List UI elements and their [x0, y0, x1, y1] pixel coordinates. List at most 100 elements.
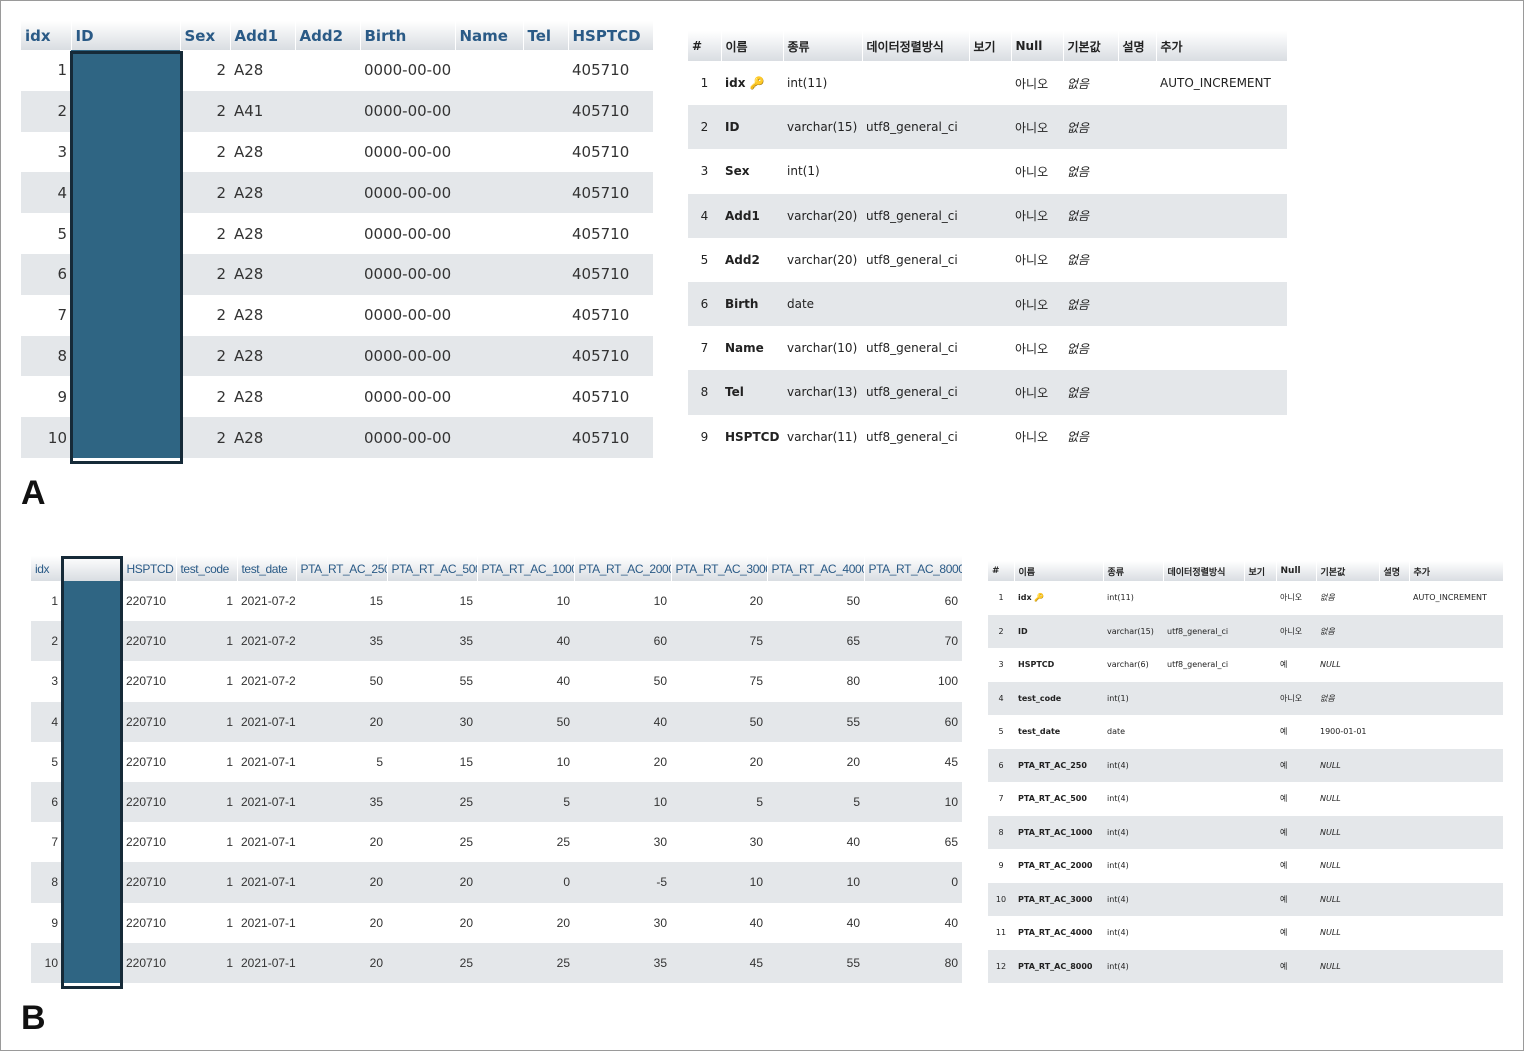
- hsptcd-cell: 405710: [568, 213, 653, 254]
- type-cell: varchar(13): [783, 370, 862, 415]
- panel-b-data-header-3: test_code: [176, 556, 238, 581]
- view-cell: [969, 237, 1011, 282]
- null-cell: 아니오: [1011, 193, 1063, 238]
- table-row: 4 Add1 varchar(20) utf8_general_ci 아니오 없음: [688, 193, 1287, 238]
- comment-cell: [1118, 61, 1156, 106]
- test-date-cell: 2021-07-19: [237, 781, 296, 823]
- collation-cell: [862, 149, 969, 194]
- id-redacted-cell: [71, 335, 180, 377]
- panel-a-structure-header-6: 기본값: [1063, 31, 1119, 61]
- add2-cell: [295, 172, 360, 214]
- panel-b-structure-header-8: 추가: [1409, 561, 1504, 581]
- row-number-cell: 1: [688, 61, 721, 106]
- idx-cell: 3: [21, 131, 71, 173]
- panel-b-data-header-6: PTA_RT_AC_500: [387, 556, 478, 581]
- test-date-cell: 2021-07-19: [237, 942, 296, 983]
- extra-cell: [1409, 916, 1503, 950]
- table-row: 8 PTA_RT_AC_1000 int(4) 예 NULL: [988, 815, 1503, 849]
- type-cell: int(11): [1103, 581, 1163, 615]
- sex-cell: 2: [180, 213, 230, 254]
- column-name-cell: ID: [721, 105, 783, 150]
- sex-cell: 2: [180, 172, 230, 214]
- column-name: ID: [725, 120, 740, 135]
- comment-cell: [1379, 916, 1409, 950]
- test-date-cell: 2021-07-19: [237, 902, 296, 943]
- pta-value-cell: 40: [574, 701, 671, 742]
- table-row: 1 2 A28 0000-00-00 405710: [21, 50, 653, 91]
- hsptcd-cell: 405710: [568, 50, 653, 91]
- hsptcd-cell: 405710: [568, 376, 653, 418]
- panel-b-data-header-5: PTA_RT_AC_250: [296, 556, 388, 581]
- extra-cell: AUTO_INCREMENT: [1409, 581, 1503, 615]
- collation-cell: [1163, 949, 1244, 983]
- type-cell: int(4): [1103, 916, 1163, 950]
- pta-value-cell: 20: [477, 902, 574, 943]
- view-cell: [969, 281, 1011, 327]
- type-cell: int(4): [1103, 949, 1163, 983]
- key-icon: 🔑: [745, 76, 765, 91]
- column-name: Name: [725, 341, 764, 356]
- column-name-cell: test_date: [1014, 715, 1103, 749]
- column-name-cell: HSPTCD: [721, 414, 783, 459]
- test-date-cell: 2021-07-19: [237, 822, 296, 863]
- name-cell: [455, 417, 523, 458]
- comment-cell: [1379, 815, 1409, 849]
- panel-a-structure-header-3: 데이터정렬방식: [862, 31, 970, 61]
- panel-a-data-header-5: Birth: [360, 21, 456, 50]
- pta-value-cell: 25: [477, 942, 574, 983]
- pta-value-cell: 10: [574, 581, 671, 622]
- panel-a-structure-table: # 이름 종류 데이터정렬방식 보기 Null 기본값 설명 추가 1 idx 🔑 int(11) 아…: [688, 31, 1288, 459]
- panel-a-data-header-2: Sex: [180, 21, 231, 50]
- column-name-cell: Tel: [721, 370, 783, 415]
- comment-cell: [1118, 326, 1156, 371]
- add1-cell: A28: [230, 172, 295, 214]
- pta-value-cell: 10: [767, 862, 864, 903]
- panel-a-structure-header-0: #: [688, 31, 722, 61]
- table-row: 522071012021-07-195151020202045: [31, 741, 962, 782]
- view-cell: [1244, 614, 1276, 648]
- pta-value-cell: 10: [477, 741, 574, 782]
- table-row: 3 Sex int(1) 아니오 없음: [688, 149, 1287, 194]
- test-code-cell: 1: [176, 661, 237, 702]
- table-row: 222071012021-07-2035354060756570: [31, 621, 962, 662]
- add1-cell: A28: [230, 50, 295, 91]
- type-cell: date: [783, 281, 862, 327]
- add1-cell: A28: [230, 417, 295, 458]
- column-name: test_date: [1018, 727, 1061, 737]
- hsptcd-cell: 405710: [568, 172, 653, 214]
- table-row: 622071012021-07-1935255105510: [31, 781, 962, 823]
- comment-cell: [1118, 149, 1156, 194]
- table-row: 9 HSPTCD varchar(11) utf8_general_ci 아니오 없음: [688, 414, 1287, 459]
- panel-a-label: A: [21, 474, 46, 512]
- table-row: 5 Add2 varchar(20) utf8_general_ci 아니오 없음: [688, 237, 1287, 282]
- id-redacted-cell: [62, 741, 122, 782]
- tel-cell: [523, 213, 568, 254]
- column-name: ID: [1018, 626, 1028, 636]
- type-cell: int(11): [783, 61, 862, 106]
- pta-value-cell: 35: [574, 942, 671, 983]
- view-cell: [1244, 882, 1276, 916]
- test-date-cell: 2021-07-20: [237, 621, 296, 662]
- default-cell: NULL: [1316, 782, 1379, 816]
- extra-cell: [1409, 815, 1503, 849]
- name-cell: [455, 335, 523, 377]
- sex-cell: 2: [180, 131, 230, 173]
- id-redacted-cell: [71, 90, 180, 132]
- add1-cell: A28: [230, 335, 295, 377]
- idx-cell: 10: [21, 417, 71, 458]
- extra-cell: [1409, 849, 1503, 883]
- default-cell: NULL: [1316, 815, 1379, 849]
- id-redacted-cell: [71, 50, 180, 91]
- null-cell: 아니오: [1011, 237, 1063, 282]
- sex-cell: 2: [180, 335, 230, 377]
- pta-value-cell: 5: [671, 781, 767, 823]
- extra-cell: [1409, 715, 1503, 749]
- idx-cell: 8: [31, 862, 62, 903]
- table-row: 9 PTA_RT_AC_2000 int(4) 예 NULL: [988, 849, 1503, 883]
- name-cell: [455, 213, 523, 254]
- type-cell: varchar(20): [783, 193, 862, 238]
- row-number-cell: 1: [988, 581, 1014, 615]
- panel-a-structure-header-4: 보기: [969, 31, 1012, 61]
- default-cell: 없음: [1063, 281, 1118, 327]
- null-cell: 예: [1276, 949, 1316, 983]
